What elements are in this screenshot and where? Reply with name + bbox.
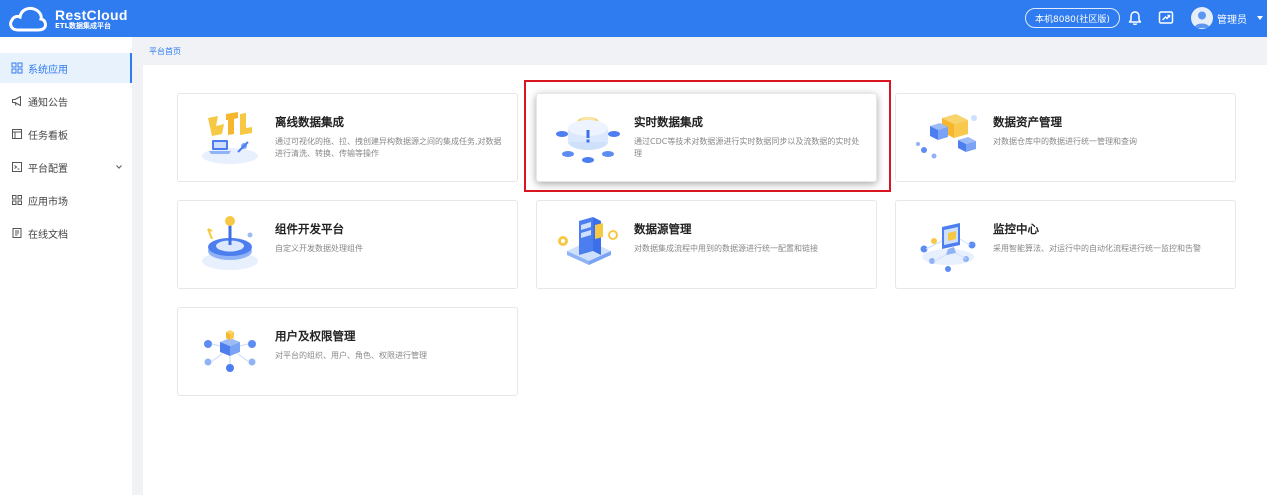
app-description: 自定义开发数据处理组件 [275,244,363,253]
document-icon [12,228,22,238]
app-card-monitor-center[interactable]: 监控中心 采用智能算法、对运行中的自动化流程进行统一监控和告警 [895,200,1236,289]
sidebar-item-system-apps[interactable]: 系统应用 [0,53,132,83]
component-illustration-icon [202,216,258,270]
sidebar-item-notices[interactable]: 通知公告 [0,86,132,116]
asset-illustration-icon [916,114,977,159]
user-name[interactable]: 管理员 [1217,11,1247,26]
app-title: 组件开发平台 [275,222,344,236]
chevron-down-icon[interactable] [116,164,122,170]
app-title: 用户及权限管理 [275,329,356,343]
grid-icon [11,62,23,74]
sidebar-item-label: 平台配置 [28,163,68,175]
top-header: RestCloud ETL数据集成平台 本机8080(社区版) 管理员 [0,0,1267,37]
app-title: 实时数据集成 [634,115,703,129]
cloud-logo-icon [9,6,47,31]
app-title: 数据资产管理 [993,115,1062,129]
user-permission-illustration-icon [204,330,256,372]
sidebar-item-label: 应用市场 [28,196,68,208]
app-title: 数据源管理 [634,222,692,236]
logo-subtitle: ETL数据集成平台 [55,21,112,30]
app-card-user-permission[interactable]: 用户及权限管理 对平台的组织、用户、角色、权限进行管理 [177,307,518,396]
etl-illustration-icon [202,112,258,164]
app-grid: 离线数据集成 通过可视化的拖、拉、拽创建异构数据源之间的集成任务,对数据进行清洗… [143,65,1267,495]
app-title: 离线数据集成 [275,115,344,129]
sidebar-item-label: 在线文档 [28,229,68,241]
megaphone-icon [12,96,21,106]
app-description: 采用智能算法、对运行中的自动化流程进行统一监控和告警 [993,244,1201,253]
screen-share-icon[interactable] [1157,9,1175,27]
app-card-component-dev[interactable]: 组件开发平台 自定义开发数据处理组件 [177,200,518,289]
datasource-illustration-icon [558,217,618,265]
app-card-data-asset[interactable]: 数据资产管理 对数据仓库中的数据进行统一管理和查询 [895,93,1236,182]
caret-down-icon[interactable] [1257,16,1263,20]
logo[interactable]: RestCloud ETL数据集成平台 [8,3,133,34]
app-description: 对数据仓库中的数据进行统一管理和查询 [993,137,1137,146]
config-icon [12,162,22,172]
monitor-illustration-icon [920,223,976,272]
cdc-illustration-icon [556,117,620,163]
app-description: 通过CDC等技术对数据源进行实时数据同步以及流数据的实时处理 [634,137,860,158]
breadcrumb[interactable]: 平台首页 [149,46,181,57]
user-avatar[interactable] [1191,7,1213,29]
app-description: 通过可视化的拖、拉、拽创建异构数据源之间的集成任务,对数据进行清洗、转换、传输等… [275,137,502,158]
app-title: 监控中心 [993,222,1039,236]
board-icon [12,129,22,139]
apps-icon [12,195,22,205]
sidebar: 系统应用 通知公告 任务看板 平台配置 应用市场 在线文档 [0,37,132,495]
bell-icon[interactable] [1126,9,1144,27]
app-card-realtime-integration[interactable]: 实时数据集成 通过CDC等技术对数据源进行实时数据同步以及流数据的实时处理 [536,93,877,182]
app-description: 对平台的组织、用户、角色、权限进行管理 [275,351,427,360]
sidebar-item-task-board[interactable]: 任务看板 [0,119,132,149]
app-description: 对数据集成流程中用到的数据源进行统一配置和链接 [634,244,818,253]
sidebar-item-label: 通知公告 [28,97,68,109]
avatar-icon [1194,11,1210,28]
app-card-datasource[interactable]: 数据源管理 对数据集成流程中用到的数据源进行统一配置和链接 [536,200,877,289]
sidebar-item-platform-config[interactable]: 平台配置 [0,152,132,182]
sidebar-item-label: 任务看板 [28,130,68,142]
environment-switch[interactable]: 本机8080(社区版) [1025,8,1120,28]
sidebar-item-app-market[interactable]: 应用市场 [0,185,132,215]
logo-title: RestCloud [55,6,128,23]
sidebar-item-label: 系统应用 [28,64,68,76]
sidebar-item-online-docs[interactable]: 在线文档 [0,218,132,248]
app-card-offline-integration[interactable]: 离线数据集成 通过可视化的拖、拉、拽创建异构数据源之间的集成任务,对数据进行清洗… [177,93,518,182]
